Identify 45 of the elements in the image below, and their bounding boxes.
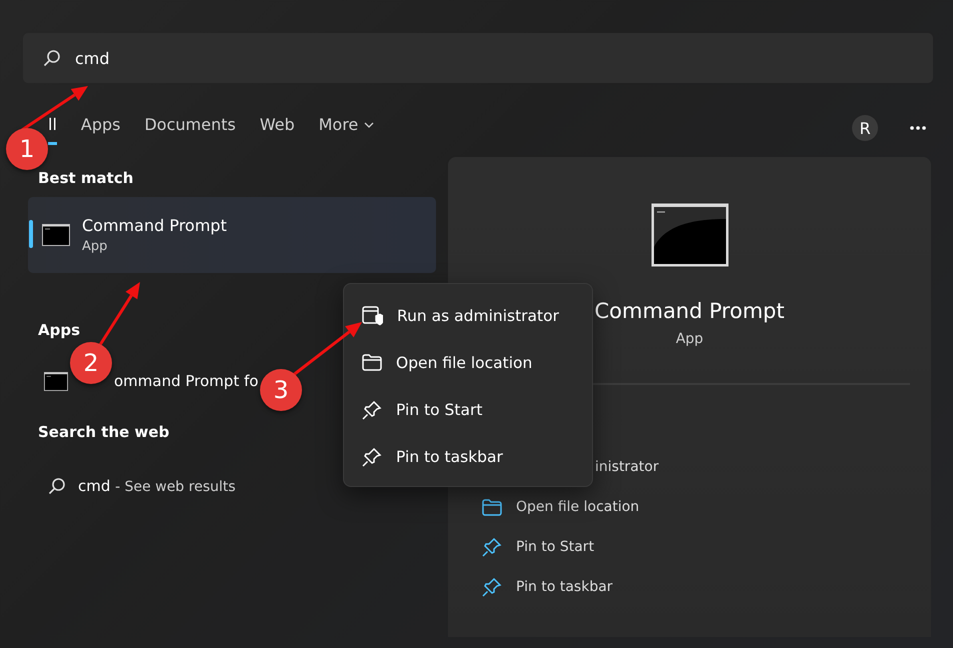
filter-tab[interactable]: Apps	[80, 111, 120, 145]
step-badge: 3	[260, 369, 302, 411]
user-avatar[interactable]: R	[852, 115, 878, 141]
folder-icon	[482, 498, 502, 516]
terminal-icon	[44, 372, 68, 390]
filter-tab[interactable]: More	[318, 111, 374, 145]
menu-item[interactable]: Pin to taskbar	[344, 433, 592, 480]
filter-tab[interactable]: Documents	[144, 111, 236, 145]
result-type: App	[82, 239, 108, 254]
result-title: Command Prompt	[82, 216, 227, 235]
pin-icon	[362, 400, 382, 420]
chevron-down-icon	[364, 122, 374, 128]
pin-icon	[482, 577, 502, 597]
result-card[interactable]: Command Prompt App	[28, 197, 436, 273]
search-icon	[43, 49, 61, 67]
terminal-icon	[42, 224, 70, 246]
menu-item[interactable]: Open file location	[344, 339, 592, 386]
step-badge: 2	[70, 342, 112, 384]
pin-icon	[482, 537, 502, 557]
detail-type: App	[676, 331, 704, 347]
more-options-icon[interactable]	[910, 126, 926, 130]
folder-icon	[362, 354, 382, 371]
action-link[interactable]: inistrator	[595, 459, 659, 475]
section-heading: Apps	[38, 321, 80, 339]
web-result[interactable]: cmd - See web results	[78, 477, 236, 495]
terminal-icon	[650, 203, 728, 267]
pin-icon	[362, 446, 382, 466]
detail-title: Command Prompt	[594, 299, 784, 323]
action-link[interactable]: Open file location	[516, 499, 640, 515]
menu-item[interactable]: Pin to Start	[344, 386, 592, 433]
search-field[interactable]: cmd	[23, 33, 933, 83]
arrow	[98, 282, 140, 346]
arrow	[291, 322, 362, 378]
search-icon	[48, 477, 66, 495]
app-result[interactable]: ommand Prompt fo	[114, 372, 258, 390]
window-shield-icon	[362, 306, 383, 326]
section-heading: Search the web	[38, 423, 170, 441]
menu-item[interactable]: Run as administrator	[344, 292, 592, 339]
action-link[interactable]: Pin to Start	[516, 539, 594, 555]
search-input[interactable]: cmd	[75, 48, 375, 68]
action-link[interactable]: Pin to taskbar	[516, 579, 613, 595]
step-badge: 1	[6, 128, 48, 170]
selection-bar	[29, 220, 33, 248]
section-heading: Best match	[38, 169, 134, 187]
filter-tab[interactable]: Web	[260, 111, 295, 145]
